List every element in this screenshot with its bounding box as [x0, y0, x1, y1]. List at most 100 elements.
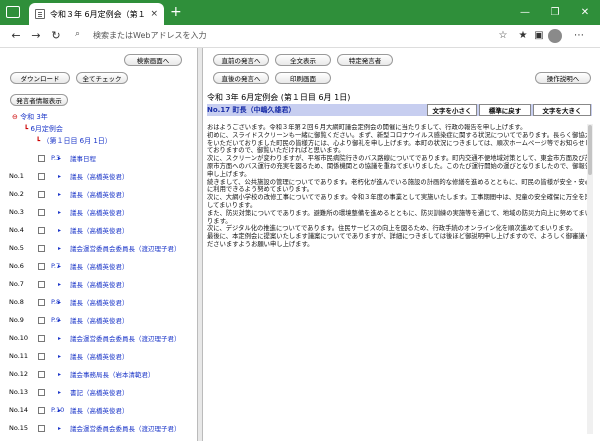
- next-speech-button[interactable]: 直後の発言へ: [213, 72, 269, 84]
- specific-speaker-button[interactable]: 特定発言者: [337, 54, 393, 66]
- speech-link[interactable]: 議長（高橋英俊君）: [70, 225, 129, 235]
- speech-body: おはようございます。令和３年第２回６月大網町議会定例会の開催に当たりまして、行政…: [207, 124, 591, 434]
- back-icon[interactable]: ←: [8, 28, 24, 44]
- speech-link[interactable]: 議長（高橋英俊君）: [70, 405, 129, 415]
- download-button[interactable]: ダウンロード: [10, 72, 70, 84]
- list-item[interactable]: No.4 ▸ 議長（高橋英俊君）: [0, 222, 197, 238]
- check-all-button[interactable]: 全てチェック: [76, 72, 128, 84]
- speech-checkbox[interactable]: [38, 226, 45, 234]
- list-item[interactable]: No.10 ▸ 議会運営委員会委員長（渡辺理子君）: [0, 330, 197, 346]
- speech-checkbox[interactable]: [38, 244, 45, 252]
- speech-checkbox[interactable]: [38, 406, 45, 414]
- tab-actions-icon[interactable]: [6, 6, 20, 18]
- favorites-icon[interactable]: ★: [516, 29, 530, 43]
- document-icon: ▸: [58, 190, 62, 198]
- forward-icon[interactable]: →: [28, 28, 44, 44]
- collections-icon[interactable]: ▣: [532, 29, 546, 43]
- refresh-icon[interactable]: ↻: [48, 28, 64, 44]
- list-item[interactable]: No.7 ▸ 議長（高橋英俊君）: [0, 276, 197, 292]
- font-larger-button[interactable]: 文字を大きく: [533, 104, 591, 116]
- list-item[interactable]: No.12 ▸ 議会事務局長（岩本清範君）: [0, 366, 197, 382]
- speech-number: No.15: [9, 424, 29, 432]
- speech-checkbox[interactable]: [38, 190, 45, 198]
- speech-number: No.14: [9, 406, 29, 414]
- speech-checkbox[interactable]: [38, 316, 45, 324]
- speech-number: No.5: [9, 244, 24, 252]
- list-item[interactable]: P.3 ▸ 議事日程: [0, 150, 197, 166]
- list-item[interactable]: No.5 ▸ 議会運営委員会委員長（渡辺理子君）: [0, 240, 197, 256]
- scrollbar-thumb[interactable]: [588, 125, 592, 175]
- speech-link[interactable]: 議長（高橋英俊君）: [70, 279, 129, 289]
- speech-number: No.6: [9, 262, 24, 270]
- list-item[interactable]: No.2 ▸ 議長（高橋英俊君）: [0, 186, 197, 202]
- speech-checkbox[interactable]: [38, 280, 45, 288]
- prev-speech-button[interactable]: 直前の発言へ: [213, 54, 269, 66]
- speech-link[interactable]: 議長（高橋英俊君）: [70, 315, 129, 325]
- list-item[interactable]: No.8 P.8 ▸ 議長（高橋英俊君）: [0, 294, 197, 310]
- speech-link[interactable]: 書記（高橋英俊君）: [70, 387, 129, 397]
- tree-session[interactable]: ┗ 6月定例会: [24, 124, 63, 134]
- speaker-name: No.17 町長（中嶋久雄君）: [207, 106, 296, 114]
- new-tab-button[interactable]: +: [170, 4, 182, 20]
- list-item[interactable]: No.14 P.10 ▸ 議長（高橋英俊君）: [0, 402, 197, 418]
- list-item[interactable]: No.3 ▸ 議長（高橋英俊君）: [0, 204, 197, 220]
- speech-checkbox[interactable]: [38, 262, 45, 270]
- speech-number: No.9: [9, 316, 24, 324]
- speech-paragraph: 最後に、本定例会に提案いたします議案についてでありますが、詳細につきましては後ほ…: [207, 233, 591, 248]
- speech-checkbox[interactable]: [38, 352, 45, 360]
- speech-link[interactable]: 議会運営委員会委員長（渡辺理子君）: [70, 243, 181, 253]
- list-item[interactable]: No.9 P.9 ▸ 議長（高橋英俊君）: [0, 312, 197, 328]
- speech-paragraph: 次に、デジタル化の推進についてであります。住民サービスの向上を図るため、行政手続…: [207, 225, 577, 233]
- list-item[interactable]: No.13 ▸ 書記（高橋英俊君）: [0, 384, 197, 400]
- speech-number: No.7: [9, 280, 24, 288]
- font-reset-button[interactable]: 標準に戻す: [479, 104, 531, 116]
- speech-link[interactable]: 議長（高橋英俊君）: [70, 261, 129, 271]
- list-item[interactable]: No.15 ▸ 議会運営委員会委員長（渡辺理子君）: [0, 420, 197, 436]
- speech-checkbox[interactable]: [38, 388, 45, 396]
- browser-tab[interactable]: 令和３年 6月定例会（第１日目 6 ×: [29, 3, 164, 25]
- operation-help-button[interactable]: 操作説明へ: [535, 72, 591, 84]
- speech-link[interactable]: 議長（高橋英俊君）: [70, 189, 129, 199]
- print-screen-button[interactable]: 印刷画面: [275, 72, 331, 84]
- speech-number: No.8: [9, 298, 24, 306]
- close-tab-icon[interactable]: ×: [150, 9, 158, 19]
- speech-link[interactable]: 議会事務局長（岩本清範君）: [70, 369, 155, 379]
- speech-link[interactable]: 議長（高橋英俊君）: [70, 171, 129, 181]
- speech-link[interactable]: 議会運営委員会委員長（渡辺理子君）: [70, 333, 181, 343]
- tree-year[interactable]: ⊖ 令和 3年: [12, 112, 48, 122]
- speech-link[interactable]: 議長（高橋英俊君）: [70, 351, 129, 361]
- full-text-button[interactable]: 全文表示: [275, 54, 331, 66]
- close-window-button[interactable]: ✕: [570, 0, 600, 25]
- speech-checkbox[interactable]: [38, 424, 45, 432]
- speaker-header: No.17 町長（中嶋久雄君） 文字を小さく 標準に戻す 文字を大きく: [207, 104, 592, 116]
- document-icon: ▸: [58, 424, 62, 432]
- speech-number: No.12: [9, 370, 29, 378]
- more-options-icon[interactable]: ⋯: [572, 29, 586, 43]
- address-input[interactable]: 検索またはWebアドレスを入力: [93, 30, 206, 41]
- speech-checkbox[interactable]: [38, 370, 45, 378]
- minimize-button[interactable]: —: [510, 0, 540, 25]
- search-screen-button[interactable]: 検索画面へ: [124, 54, 182, 66]
- speech-link[interactable]: 議長（高橋英俊君）: [70, 297, 129, 307]
- document-icon: ▸: [58, 172, 62, 180]
- speech-link[interactable]: 議長（高橋英俊君）: [70, 207, 129, 217]
- speech-checkbox[interactable]: [38, 154, 45, 162]
- speech-link[interactable]: 議会運営委員会委員長（渡辺理子君）: [70, 423, 181, 433]
- speech-paragraph: おはようございます。令和３年第２回６月大網町議会定例会の開催に当たりまして、行政…: [207, 124, 527, 131]
- speech-checkbox[interactable]: [38, 298, 45, 306]
- list-item[interactable]: No.1 ▸ 議長（高橋英俊君）: [0, 168, 197, 184]
- document-icon: ▸: [58, 208, 62, 216]
- speech-checkbox[interactable]: [38, 334, 45, 342]
- profile-avatar[interactable]: [548, 29, 562, 43]
- font-smaller-button[interactable]: 文字を小さく: [427, 104, 477, 116]
- speech-link[interactable]: 議事日程: [70, 153, 96, 163]
- add-favorite-icon[interactable]: ☆: [496, 29, 510, 43]
- speaker-info-button[interactable]: 発言者情報表示: [10, 94, 68, 106]
- speech-checkbox[interactable]: [38, 208, 45, 216]
- list-item[interactable]: No.11 ▸ 議長（高橋英俊君）: [0, 348, 197, 364]
- maximize-button[interactable]: ❐: [540, 0, 570, 25]
- speech-checkbox[interactable]: [38, 172, 45, 180]
- tree-day[interactable]: ┗ （第１日目 6月 1日）: [36, 136, 112, 146]
- speech-number: No.4: [9, 226, 24, 234]
- list-item[interactable]: No.6 P.7 ▸ 議長（高橋英俊君）: [0, 258, 197, 274]
